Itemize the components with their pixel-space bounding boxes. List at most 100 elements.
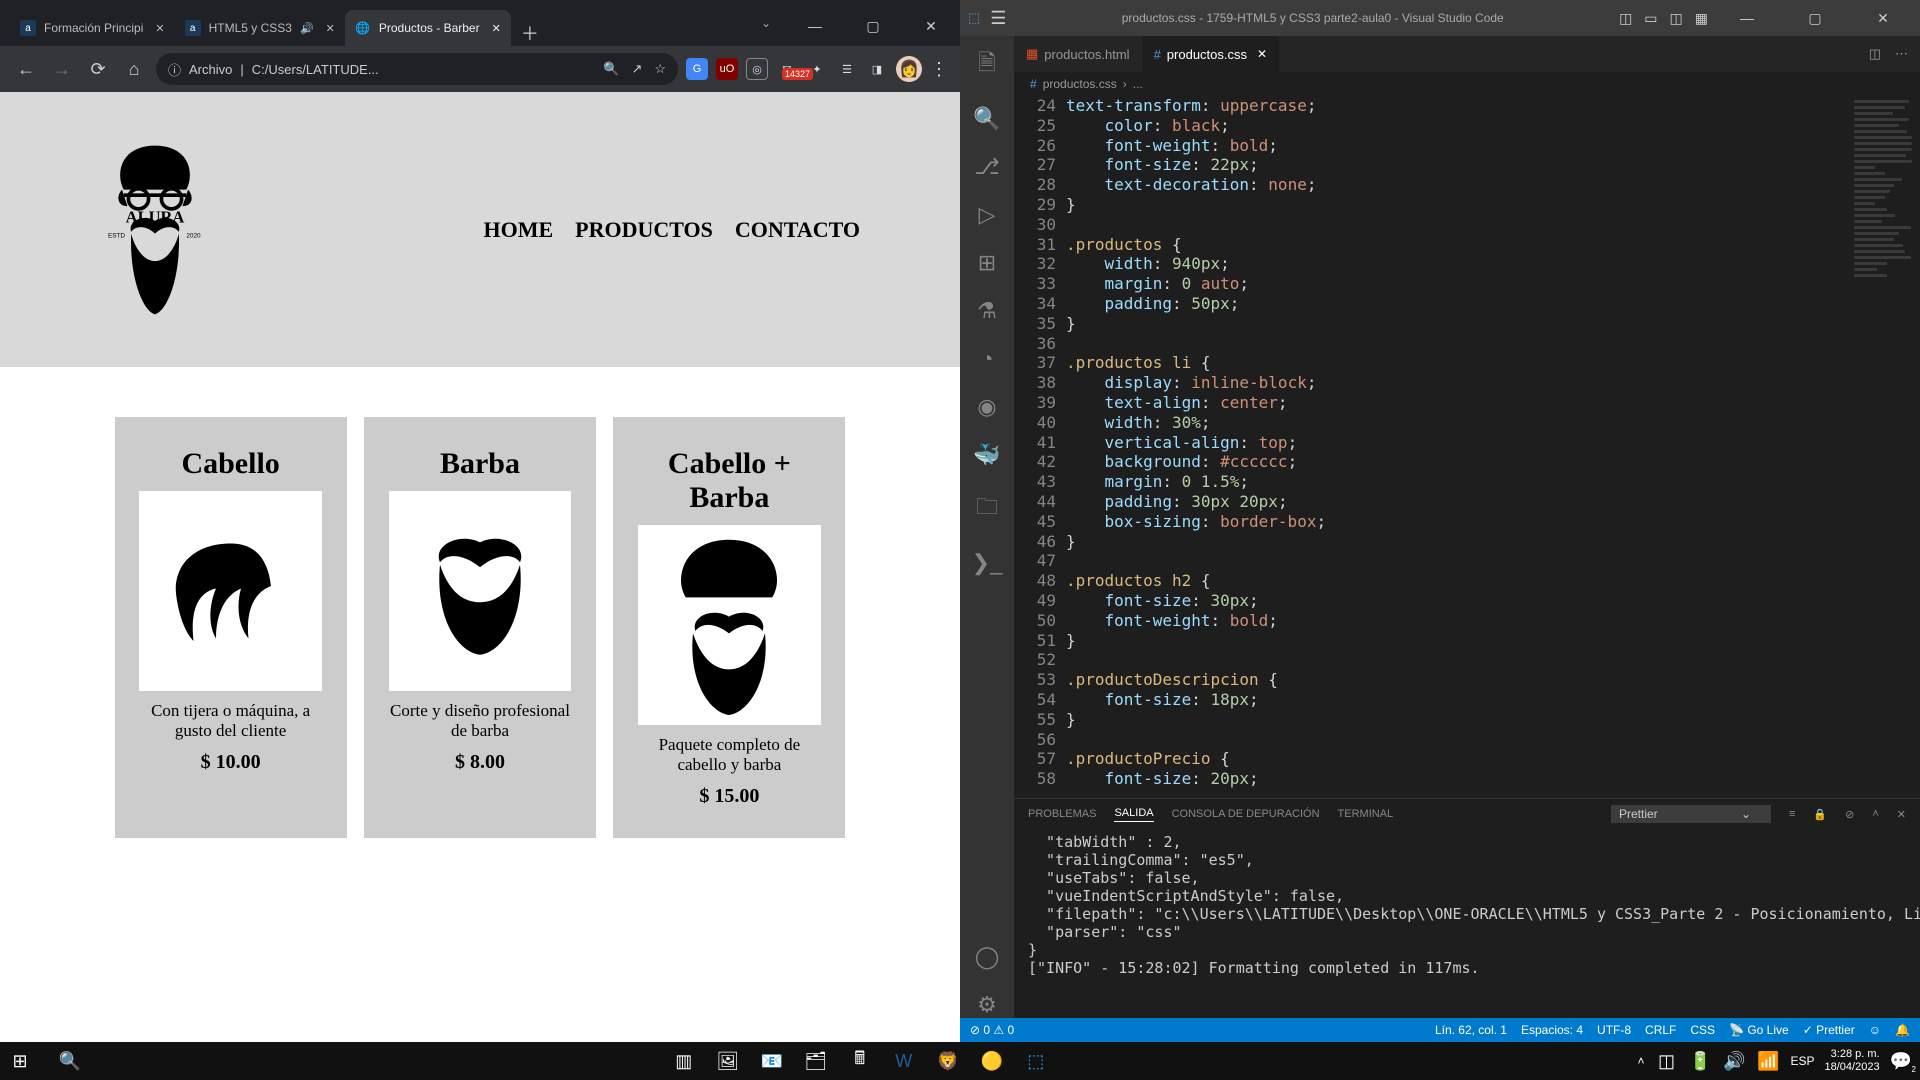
account-icon[interactable]: ◯ — [960, 944, 1014, 970]
forward-button[interactable]: → — [48, 59, 76, 80]
nav-productos[interactable]: PRODUCTOS — [575, 217, 713, 243]
nav-home[interactable]: HOME — [484, 217, 554, 243]
status-eol[interactable]: CRLF — [1645, 1023, 1676, 1037]
status-prettier[interactable]: ✓ Prettier — [1803, 1023, 1855, 1037]
minimap[interactable] — [1840, 96, 1920, 798]
side-panel-icon[interactable]: ◨ — [866, 58, 888, 80]
layout-icon[interactable]: ▦ — [1695, 10, 1708, 27]
chrome-icon[interactable]: 🟡 — [980, 1051, 1004, 1072]
chrome-tab-2[interactable]: 🌐 Productos - Barber ✕ — [345, 10, 511, 46]
hamburger-menu-icon[interactable]: ☰ — [990, 8, 1006, 29]
status-lang[interactable]: CSS — [1690, 1023, 1715, 1037]
star-icon[interactable]: ☆ — [654, 61, 666, 77]
gear-icon[interactable]: ⚙ — [960, 992, 1014, 1018]
editor-tab-html[interactable]: ▦ productos.html — [1014, 36, 1142, 72]
breadcrumb[interactable]: # productos.css › ... — [1014, 72, 1920, 96]
run-debug-icon[interactable]: ▷ — [960, 202, 1014, 228]
chrome-tab-1[interactable]: a HTML5 y CSS3 🔊 ✕ — [175, 10, 345, 46]
panel-tab-problemas[interactable]: PROBLEMAS — [1028, 808, 1096, 820]
info-icon[interactable]: ⓘ — [168, 60, 181, 79]
reload-button[interactable]: ⟳ — [84, 59, 112, 80]
close-icon[interactable]: ✕ — [326, 22, 335, 35]
extension-icon[interactable]: ◎ — [746, 58, 768, 80]
split-editor-icon[interactable]: ◫ — [1869, 46, 1881, 62]
status-position[interactable]: Lín. 62, col. 1 — [1435, 1023, 1507, 1037]
profile-avatar[interactable]: 👩 — [896, 56, 922, 82]
panel-tab-consola[interactable]: CONSOLA DE DEPURACIÓN — [1172, 808, 1320, 820]
ublock-extension-icon[interactable]: uO — [716, 58, 738, 80]
mail-extension-icon[interactable]: ✉14327 — [776, 58, 798, 80]
volume-icon[interactable]: 🔊 — [1723, 1051, 1747, 1072]
layout-icon[interactable]: ▭ — [1644, 10, 1657, 27]
close-button[interactable]: ✕ — [902, 6, 960, 46]
testing-icon[interactable]: ⚗ — [960, 298, 1014, 324]
more-icon[interactable]: ⋯ — [1895, 46, 1908, 62]
lock-icon[interactable]: 🔒 — [1813, 808, 1827, 821]
extensions-icon[interactable]: ⊞ — [960, 250, 1014, 276]
outlook-icon[interactable]: 📧 — [760, 1051, 784, 1072]
timeline-icon[interactable]: ◔ — [960, 346, 1014, 372]
bell-icon[interactable]: 🔔 — [1895, 1023, 1910, 1037]
wifi-icon[interactable]: 📶 — [1757, 1051, 1781, 1072]
start-button[interactable]: ⊞ — [8, 1051, 32, 1072]
chevron-up-icon[interactable]: ˄ — [1637, 1054, 1644, 1068]
new-tab-button[interactable]: ＋ — [511, 20, 549, 46]
docker-icon[interactable]: 🐳 — [960, 442, 1014, 468]
close-button[interactable]: ✕ — [1854, 0, 1912, 38]
back-button[interactable]: ← — [12, 59, 40, 80]
source-control-icon[interactable]: ⎇ — [960, 154, 1014, 180]
reading-list-icon[interactable]: ☰ — [836, 58, 858, 80]
nav-contacto[interactable]: CONTACTO — [735, 217, 860, 243]
list-icon[interactable]: ≡ — [1789, 808, 1795, 820]
search-icon[interactable]: 🔍 — [58, 1051, 82, 1072]
vscode-icon[interactable]: ⬚ — [1024, 1051, 1048, 1072]
word-icon[interactable]: W — [892, 1051, 916, 1072]
status-encoding[interactable]: UTF-8 — [1597, 1023, 1631, 1037]
tray-icon[interactable]: ◫ — [1655, 1051, 1679, 1072]
home-button[interactable]: ⌂ — [120, 59, 148, 80]
panel-tab-terminal[interactable]: TERMINAL — [1338, 808, 1394, 820]
code-editor[interactable]: 24 25 26 27 28 29 30 31 32 33 34 35 36 3… — [1014, 96, 1920, 798]
clock[interactable]: 3:28 p. m. 18/04/2023 — [1825, 1048, 1880, 1074]
status-golive[interactable]: 📡 Go Live — [1729, 1023, 1789, 1037]
language-indicator[interactable]: ESP — [1791, 1054, 1815, 1068]
explorer-icon[interactable]: 🗂 — [804, 1051, 828, 1072]
edge-icon[interactable]: ◉ — [960, 394, 1014, 420]
minimize-button[interactable]: — — [1718, 0, 1776, 38]
translate-extension-icon[interactable]: G — [686, 58, 708, 80]
kebab-menu-icon[interactable]: ⋮ — [930, 59, 948, 80]
chevron-down-icon[interactable]: ⌄ — [746, 16, 786, 30]
zoom-icon[interactable]: 🔍 — [603, 61, 619, 77]
close-icon[interactable]: ✕ — [492, 22, 501, 35]
folder-icon[interactable]: 🗀 — [960, 490, 1014, 528]
share-icon[interactable]: ↗ — [631, 61, 642, 77]
chevron-up-icon[interactable]: ˄ — [1872, 808, 1878, 820]
layout-icon[interactable]: ◫ — [1670, 10, 1683, 27]
notifications-icon[interactable]: 💬2 — [1890, 1051, 1912, 1072]
close-icon[interactable]: ✕ — [1257, 47, 1267, 61]
clear-icon[interactable]: ⊘ — [1845, 808, 1854, 821]
calculator-icon[interactable]: 🖩 — [848, 1046, 872, 1076]
terminal-icon[interactable]: ❯_ — [960, 550, 1014, 576]
address-bar[interactable]: ⓘ Archivo | C:/Users/LATITUDE... 🔍 ↗ ☆ — [156, 53, 678, 85]
chrome-tab-0[interactable]: a Formación Principi ✕ — [10, 10, 175, 46]
maximize-button[interactable]: ▢ — [844, 6, 902, 46]
feedback-icon[interactable]: ☺ — [1869, 1023, 1881, 1037]
search-icon[interactable]: 🔍 — [960, 106, 1014, 132]
task-view-icon[interactable]: ▥ — [672, 1051, 696, 1072]
layout-icon[interactable]: ◫ — [1619, 10, 1632, 27]
close-icon[interactable]: ✕ — [155, 22, 164, 35]
output-content[interactable]: "tabWidth" : 2, "trailingComma": "es5", … — [1014, 829, 1920, 1018]
status-spaces[interactable]: Espacios: 4 — [1521, 1023, 1583, 1037]
explorer-icon[interactable]: 🗎 — [960, 46, 1014, 84]
app-icon[interactable]: 🖼 — [716, 1051, 740, 1072]
editor-tab-css[interactable]: # productos.css ✕ — [1142, 36, 1280, 72]
maximize-button[interactable]: ▢ — [1786, 0, 1844, 38]
output-channel-select[interactable]: Prettier⌄ — [1611, 805, 1771, 823]
battery-icon[interactable]: 🔋 — [1689, 1051, 1713, 1072]
minimize-button[interactable]: — — [786, 6, 844, 46]
close-icon[interactable]: ✕ — [1897, 808, 1906, 821]
panel-tab-salida[interactable]: SALIDA — [1114, 807, 1153, 822]
status-errors[interactable]: ⊘ 0 ⚠ 0 — [970, 1023, 1014, 1037]
brave-icon[interactable]: 🦁 — [936, 1051, 960, 1072]
